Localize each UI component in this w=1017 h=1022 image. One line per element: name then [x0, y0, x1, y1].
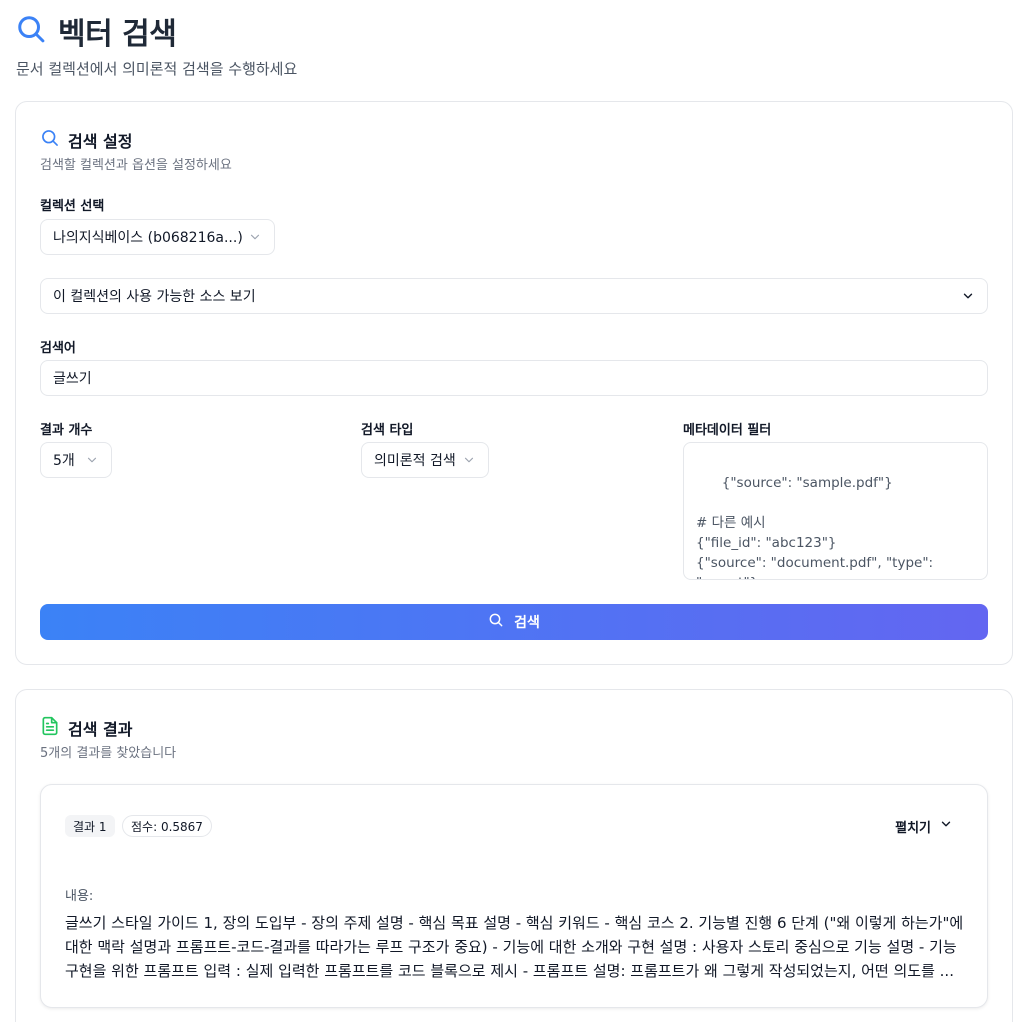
expand-button-label: 펼치기 — [895, 820, 931, 836]
search-button-label: 검색 — [514, 615, 540, 631]
results-title: 검색 결과 — [68, 720, 133, 739]
search-icon — [488, 612, 504, 632]
expand-button[interactable]: 펼치기 — [895, 815, 953, 837]
settings-description: 검색할 컬렉션과 옵션을 설정하세요 — [40, 158, 232, 173]
result-item: 결과 1 점수: 0.5867 펼치기 내용: 글쓰기 스타일 가이드 1, 장… — [40, 784, 988, 1008]
page-header: 벡터 검색 문서 컬렉션에서 의미론적 검색을 수행하세요 — [16, 12, 297, 79]
query-input[interactable]: 글쓰기 — [40, 360, 988, 396]
chevron-down-icon — [462, 453, 476, 467]
results-summary: 5개의 결과를 찾았습니다 — [40, 746, 177, 761]
result-content-text: 글쓰기 스타일 가이드 1, 장의 도입부 - 장의 주제 설명 - 핵심 목표… — [65, 914, 964, 980]
search-results-card: 검색 결과 5개의 결과를 찾았습니다 결과 1 점수: 0.5867 펼치기 … — [15, 689, 1013, 1022]
metadata-filter-placeholder: {"source": "sample.pdf"} # 다른 예시 {"file_… — [696, 475, 934, 579]
search-type-value: 의미론적 검색 — [374, 453, 456, 469]
collection-select-value: 나의지식베이스 (b068216a...) — [53, 230, 243, 246]
results-card-header: 검색 결과 — [40, 716, 132, 740]
search-type-label: 검색 타입 — [361, 423, 414, 438]
result-count-value: 5개 — [53, 453, 75, 469]
document-icon — [40, 716, 60, 740]
search-settings-card: 검색 설정 검색할 컬렉션과 옵션을 설정하세요 컬렉션 선택 나의지식베이스 … — [15, 101, 1013, 665]
sources-toggle-label: 이 컬렉션의 사용 가능한 소스 보기 — [53, 289, 256, 305]
search-button[interactable]: 검색 — [40, 604, 988, 640]
chevron-down-icon — [961, 289, 975, 303]
resize-handle-icon[interactable] — [977, 569, 985, 577]
page-subtitle: 문서 컬렉션에서 의미론적 검색을 수행하세요 — [16, 60, 298, 78]
result-count-label: 결과 개수 — [40, 423, 93, 438]
search-icon — [40, 128, 60, 152]
search-type-select[interactable]: 의미론적 검색 — [361, 442, 489, 478]
result-score-badge: 점수: 0.5867 — [122, 815, 212, 837]
result-count-select[interactable]: 5개 — [40, 442, 112, 478]
chevron-down-icon — [248, 230, 262, 244]
chevron-down-icon — [85, 453, 99, 467]
search-icon — [16, 14, 46, 48]
chevron-down-icon — [939, 817, 953, 835]
metadata-filter-textarea[interactable]: {"source": "sample.pdf"} # 다른 예시 {"file_… — [683, 442, 988, 580]
page-title: 벡터 검색 — [58, 17, 177, 52]
result-rank-badge: 결과 1 — [65, 815, 115, 837]
collection-label: 컬렉션 선택 — [40, 199, 105, 214]
vector-search-page: 벡터 검색 문서 컬렉션에서 의미론적 검색을 수행하세요 검색 설정 검색할 … — [0, 0, 1017, 1022]
query-input-value: 글쓰기 — [53, 371, 92, 387]
result-content-label: 내용: — [65, 889, 94, 904]
settings-title: 검색 설정 — [68, 132, 133, 151]
collection-select[interactable]: 나의지식베이스 (b068216a...) — [40, 219, 275, 255]
settings-card-header: 검색 설정 — [40, 128, 132, 152]
sources-toggle[interactable]: 이 컬렉션의 사용 가능한 소스 보기 — [40, 278, 988, 314]
query-label: 검색어 — [40, 341, 76, 356]
metadata-filter-label: 메타데이터 필터 — [683, 423, 772, 438]
